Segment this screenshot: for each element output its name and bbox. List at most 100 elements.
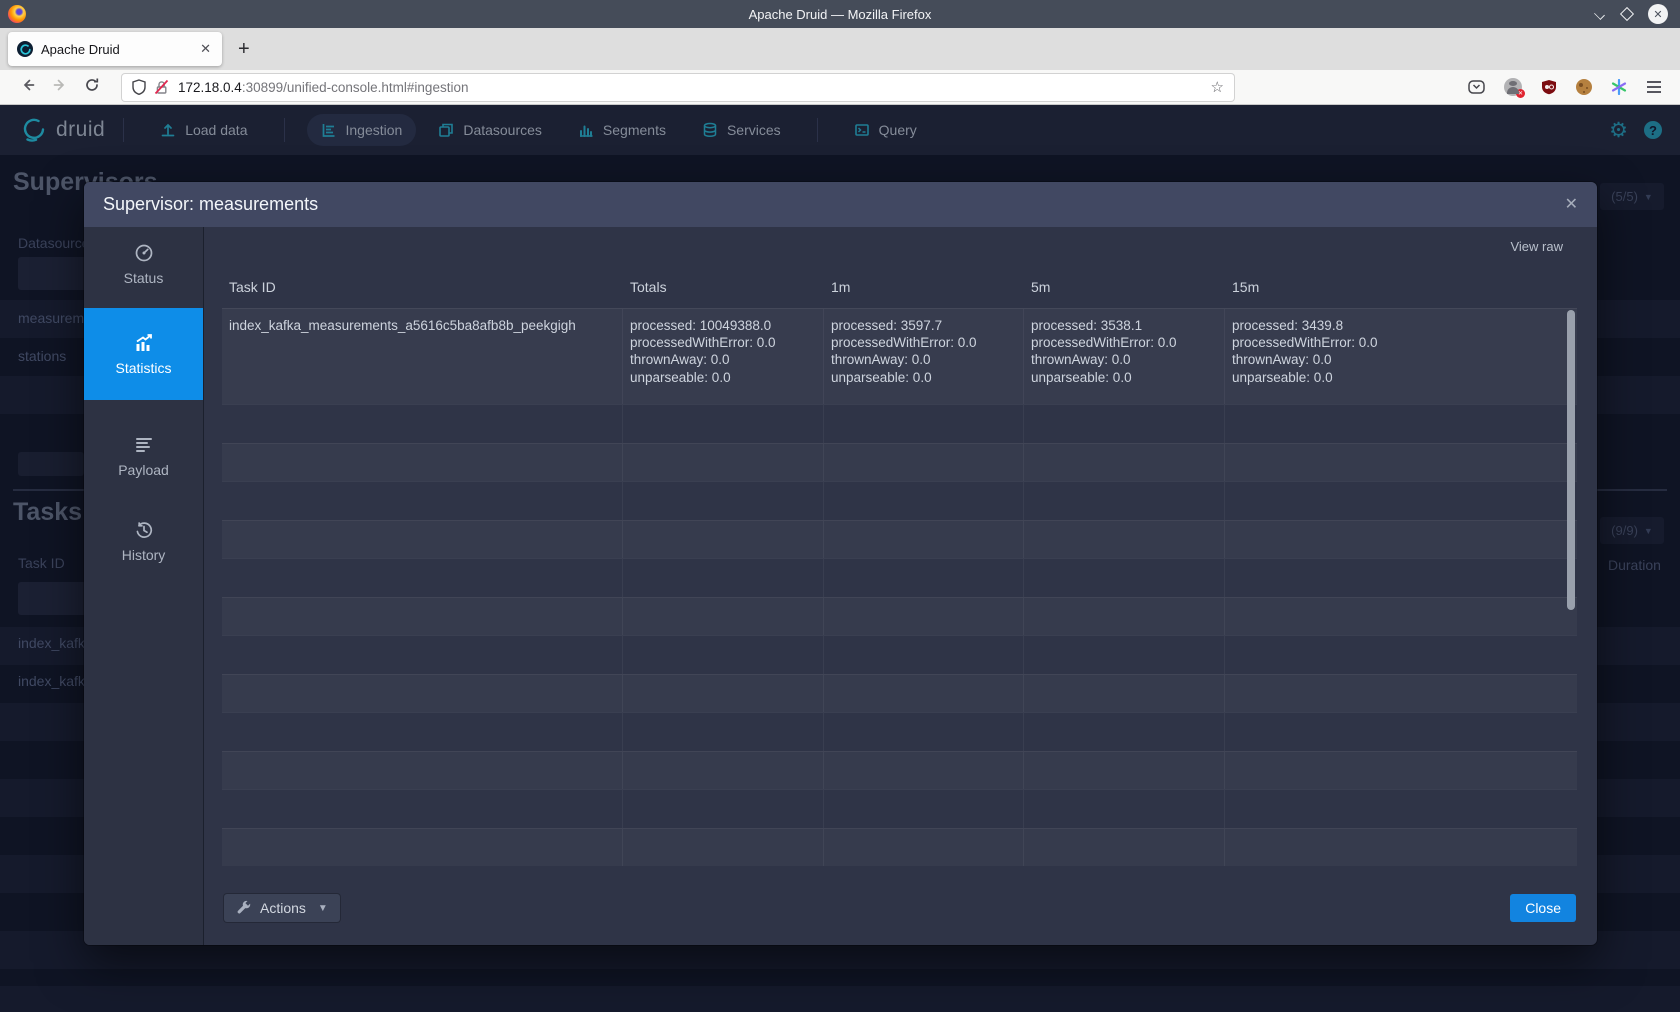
segments-icon bbox=[578, 122, 594, 138]
url-host: 172.18.0.4 bbox=[178, 80, 242, 95]
table-row-empty bbox=[222, 828, 1577, 867]
datasource-column-header: Datasource bbox=[18, 235, 90, 251]
reload-button[interactable] bbox=[76, 77, 108, 98]
task-row[interactable]: index_kafk bbox=[18, 635, 85, 651]
caret-down-icon: ▼ bbox=[318, 903, 328, 914]
supervisor-row-stations[interactable]: stations bbox=[18, 348, 66, 364]
statistics-chart-icon bbox=[134, 333, 154, 353]
chevron-down-icon: ▼ bbox=[1644, 526, 1653, 536]
tracking-shield-icon[interactable] bbox=[132, 79, 146, 95]
table-header-row: Task ID Totals 1m 5m 15m bbox=[222, 265, 1577, 309]
align-left-icon bbox=[134, 435, 154, 455]
nav-item-services[interactable]: Services bbox=[688, 114, 795, 146]
navbar-divider bbox=[284, 118, 285, 142]
task-id-column-header: Task ID bbox=[18, 555, 65, 571]
cell-task-id: index_kafka_measurements_a5616c5ba8afb8b… bbox=[222, 309, 623, 404]
druid-brand-label: druid bbox=[56, 118, 105, 142]
history-icon bbox=[134, 520, 154, 540]
sidebar-item-payload[interactable]: Payload bbox=[84, 420, 203, 492]
table-row-empty bbox=[222, 635, 1577, 674]
browser-toolbar: 172.18.0.4:30899/unified-console.html#in… bbox=[0, 70, 1680, 105]
druid-console: druid Load data Ingestion Datasources bbox=[0, 105, 1680, 1012]
close-button[interactable]: Close bbox=[1510, 894, 1576, 922]
nav-item-ingestion[interactable]: Ingestion bbox=[307, 114, 417, 146]
druid-logo-icon bbox=[18, 115, 48, 145]
table-scrollbar[interactable] bbox=[1567, 310, 1575, 610]
table-row-empty bbox=[222, 520, 1577, 559]
load-data-icon bbox=[160, 122, 176, 138]
nav-item-segments[interactable]: Segments bbox=[564, 114, 680, 146]
datasources-icon bbox=[438, 122, 454, 138]
nav-item-load-data[interactable]: Load data bbox=[146, 114, 261, 146]
hamburger-menu-icon[interactable] bbox=[1646, 80, 1662, 94]
url-bar[interactable]: 172.18.0.4:30899/unified-console.html#in… bbox=[122, 74, 1234, 101]
sidebar-item-label: Status bbox=[124, 270, 164, 286]
dialog-header: Supervisor: measurements ✕ bbox=[84, 182, 1597, 227]
nav-item-label: Services bbox=[727, 122, 781, 138]
bookmark-star-icon[interactable]: ☆ bbox=[1211, 78, 1224, 96]
sidebar-item-statistics[interactable]: Statistics bbox=[84, 308, 203, 400]
druid-brand[interactable]: druid bbox=[18, 115, 105, 145]
supervisors-count: (5/5) bbox=[1611, 189, 1638, 204]
firefox-logo-icon bbox=[8, 5, 26, 23]
query-icon bbox=[854, 122, 870, 138]
settings-gear-icon[interactable]: ⚙ bbox=[1609, 120, 1628, 141]
insecure-lock-icon[interactable] bbox=[154, 79, 169, 95]
sidebar-item-label: Statistics bbox=[115, 360, 171, 376]
chevron-down-icon: ▼ bbox=[1644, 192, 1653, 202]
extension-badge-icon: ✕ bbox=[1516, 89, 1525, 98]
nav-item-query[interactable]: Query bbox=[840, 114, 931, 146]
colorful-asterisk-extension-icon[interactable] bbox=[1611, 79, 1627, 95]
tab-favicon-icon bbox=[17, 41, 33, 57]
sidebar-item-history[interactable]: History bbox=[84, 505, 203, 577]
help-icon[interactable]: ? bbox=[1644, 121, 1662, 139]
table-row-empty bbox=[222, 481, 1577, 520]
column-header-task-id: Task ID bbox=[222, 279, 623, 295]
table-row-empty bbox=[222, 789, 1577, 828]
table-row-empty bbox=[222, 751, 1577, 790]
actions-button[interactable]: Actions ▼ bbox=[224, 894, 340, 922]
ingestion-icon bbox=[321, 122, 337, 138]
bg-control-box bbox=[18, 452, 84, 476]
druid-navbar: druid Load data Ingestion Datasources bbox=[0, 105, 1680, 155]
account-extension-icon[interactable]: ✕ bbox=[1504, 78, 1522, 96]
cell-1m: processed: 3597.7 processedWithError: 0.… bbox=[824, 309, 1024, 404]
cell-15m: processed: 3439.8 processedWithError: 0.… bbox=[1225, 309, 1577, 404]
bg-table-stripe bbox=[0, 986, 1680, 1012]
cookie-extension-icon[interactable] bbox=[1576, 79, 1592, 95]
task-row[interactable]: index_kafk bbox=[18, 673, 85, 689]
table-row-task-stats[interactable]: index_kafka_measurements_a5616c5ba8afb8b… bbox=[222, 309, 1577, 404]
tab-close-icon[interactable]: ✕ bbox=[198, 41, 213, 57]
duration-column-header: Duration bbox=[1608, 557, 1661, 573]
dialog-close-icon[interactable]: ✕ bbox=[1565, 197, 1578, 213]
window-close-button[interactable]: ✕ bbox=[1648, 4, 1668, 24]
window-titlebar: Apache Druid — Mozilla Firefox ✕ bbox=[0, 0, 1680, 28]
tasks-count: (9/9) bbox=[1611, 523, 1638, 538]
forward-button[interactable] bbox=[44, 77, 76, 98]
nav-item-label: Segments bbox=[603, 122, 666, 138]
window-minimize-button[interactable] bbox=[1594, 8, 1606, 20]
pocket-icon[interactable] bbox=[1468, 79, 1485, 95]
table-row-empty bbox=[222, 597, 1577, 636]
column-header-1m: 1m bbox=[824, 279, 1024, 295]
cell-totals: processed: 10049388.0 processedWithError… bbox=[623, 309, 824, 404]
dialog-footer: Actions ▼ Close bbox=[222, 866, 1577, 945]
supervisors-count-dropdown[interactable]: (5/5) ▼ bbox=[1600, 183, 1664, 210]
new-tab-button[interactable]: + bbox=[238, 39, 250, 59]
nav-item-label: Datasources bbox=[463, 122, 542, 138]
table-row-empty bbox=[222, 674, 1577, 713]
ublock-origin-icon[interactable] bbox=[1541, 79, 1557, 95]
url-path: :30899/unified-console.html#ingestion bbox=[242, 80, 469, 95]
window-maximize-button[interactable] bbox=[1620, 7, 1634, 21]
nav-item-datasources[interactable]: Datasources bbox=[424, 114, 556, 146]
browser-tab[interactable]: Apache Druid ✕ bbox=[8, 32, 222, 66]
tab-bar: Apache Druid ✕ + bbox=[0, 28, 1680, 70]
wrench-icon bbox=[236, 900, 252, 916]
services-icon bbox=[702, 122, 718, 138]
view-raw-link[interactable]: View raw bbox=[1510, 239, 1563, 254]
cell-5m: processed: 3538.1 processedWithError: 0.… bbox=[1024, 309, 1225, 404]
back-button[interactable] bbox=[12, 77, 44, 98]
sidebar-item-status[interactable]: Status bbox=[84, 232, 203, 296]
table-row-empty bbox=[222, 558, 1577, 597]
tasks-count-dropdown[interactable]: (9/9) ▼ bbox=[1600, 517, 1664, 544]
